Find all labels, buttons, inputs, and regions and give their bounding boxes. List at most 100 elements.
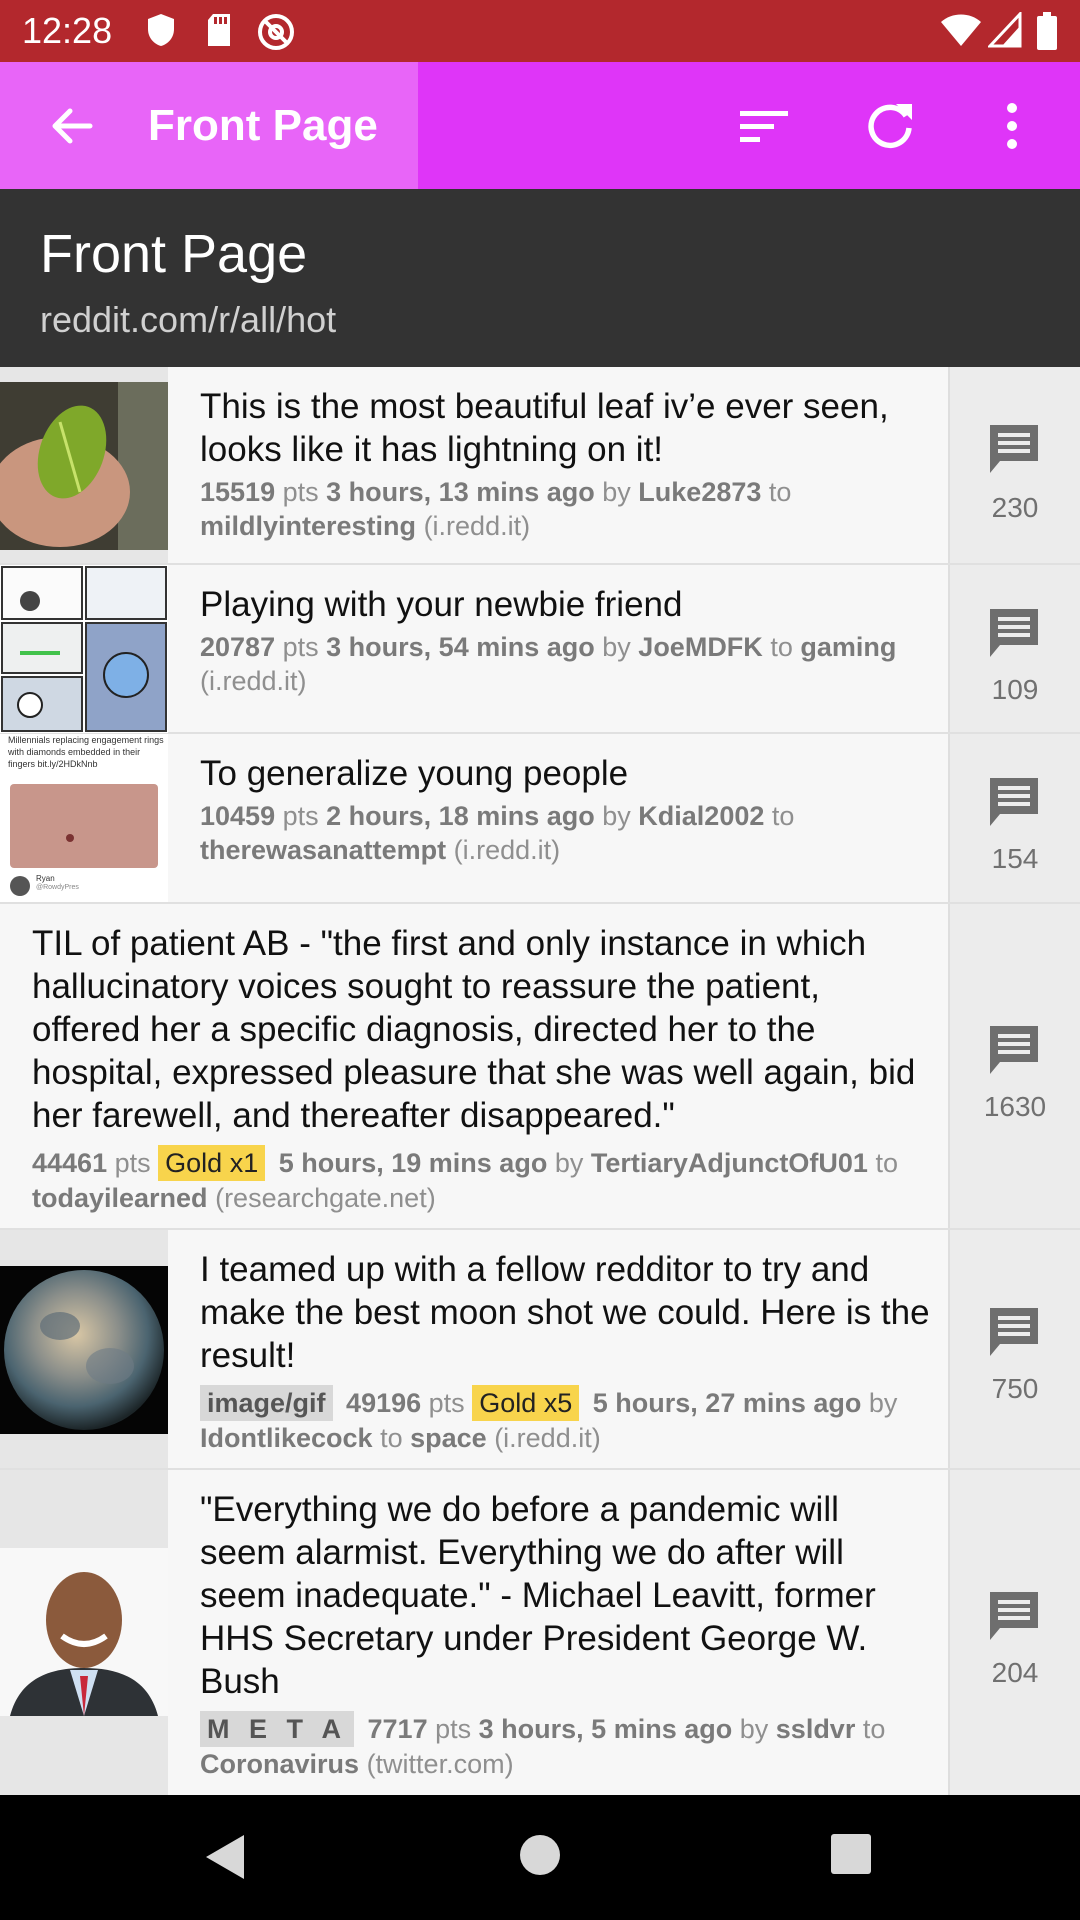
post-item[interactable]: I teamed up with a fellow redditor to tr… <box>0 1230 1080 1470</box>
gold-badge: Gold x1 <box>158 1145 266 1181</box>
thumb-user: Ryan <box>36 874 55 883</box>
post-thumbnail[interactable] <box>0 1266 168 1434</box>
comments-button[interactable]: 204 <box>948 1470 1080 1795</box>
post-author[interactable]: ssldvr <box>776 1714 856 1744</box>
post-author[interactable]: Kdial2002 <box>638 801 764 831</box>
sd-card-icon <box>208 14 230 46</box>
post-title[interactable]: TIL of patient AB - "the first and only … <box>32 922 932 1137</box>
comment-icon <box>990 778 1038 826</box>
at-sign-icon <box>258 14 294 50</box>
post-item[interactable]: "Everything we do before a pandemic will… <box>0 1470 1080 1795</box>
post-meta: 10459 pts 2 hours, 18 mins ago by Kdial2… <box>200 801 795 865</box>
app-bar-title: Front Page <box>148 101 378 150</box>
post-thumbnail[interactable] <box>0 1548 168 1716</box>
post-domain: (i.redd.it) <box>423 511 531 541</box>
post-time: 2 hours, 18 mins ago <box>326 801 595 831</box>
post-title[interactable]: I teamed up with a fellow redditor to tr… <box>200 1248 930 1377</box>
post-subreddit[interactable]: therewasanattempt <box>200 835 446 865</box>
post-meta: 44461 pts Gold x1 5 hours, 19 mins ago b… <box>32 1145 932 1215</box>
post-domain: (twitter.com) <box>366 1749 514 1779</box>
thumb-hand-image <box>10 784 158 868</box>
post-meta: M E T A 7717 pts 3 hours, 5 mins ago by … <box>200 1711 930 1781</box>
post-meta: image/gif 49196 pts Gold x5 5 hours, 27 … <box>200 1385 930 1455</box>
comment-icon <box>990 425 1038 473</box>
comic-image <box>0 565 168 733</box>
system-nav-bar <box>0 1795 1080 1920</box>
post-subreddit[interactable]: todayilearned <box>32 1183 208 1213</box>
post-points: 20787 <box>200 632 276 662</box>
app-bar: Front Page <box>0 62 1080 189</box>
post-title[interactable]: To generalize young people <box>200 752 930 795</box>
portrait-image <box>0 1548 168 1716</box>
post-flair: M E T A <box>200 1711 354 1747</box>
post-thumbnail[interactable] <box>0 565 168 733</box>
shield-icon <box>148 14 174 46</box>
comment-icon <box>990 609 1038 657</box>
post-thumbnail[interactable]: Millennials replacing engagement rings w… <box>0 734 168 902</box>
subreddit-header: Front Page reddit.com/r/all/hot <box>0 189 1080 367</box>
comment-count: 109 <box>991 674 1039 705</box>
post-author[interactable]: Idontlikecock <box>200 1423 373 1453</box>
back-nav-icon[interactable] <box>200 1831 250 1883</box>
post-domain: (i.redd.it) <box>453 835 561 865</box>
status-time: 12:28 <box>22 10 113 51</box>
post-author[interactable]: JoeMDFK <box>638 632 763 662</box>
post-subreddit[interactable]: Coronavirus <box>200 1749 359 1779</box>
refresh-icon[interactable] <box>860 96 920 156</box>
post-time: 5 hours, 19 mins ago <box>278 1148 548 1178</box>
avatar <box>10 876 30 896</box>
post-points: 7717 <box>367 1714 428 1744</box>
header-subtitle: reddit.com/r/all/hot <box>40 299 337 340</box>
post-points: 49196 <box>346 1388 422 1418</box>
home-nav-icon[interactable] <box>518 1833 562 1877</box>
comment-count: 204 <box>991 1657 1039 1688</box>
thumb-tweet-text: Millennials replacing engagement rings w… <box>8 735 164 769</box>
post-time: 3 hours, 13 mins ago <box>326 477 595 507</box>
post-time: 3 hours, 5 mins ago <box>478 1714 733 1744</box>
comment-count: 154 <box>991 843 1039 874</box>
header-title: Front Page <box>40 224 308 284</box>
wifi-icon <box>941 14 981 46</box>
post-subreddit[interactable]: space <box>410 1423 487 1453</box>
comment-count: 230 <box>991 492 1039 523</box>
post-title[interactable]: Playing with your newbie friend <box>200 583 930 626</box>
post-title[interactable]: "Everything we do before a pandemic will… <box>200 1488 930 1703</box>
post-item[interactable]: This is the most beautiful leaf iv’e eve… <box>0 367 1080 565</box>
post-subreddit[interactable]: mildlyinteresting <box>200 511 416 541</box>
post-title[interactable]: This is the most beautiful leaf iv’e eve… <box>200 385 930 471</box>
post-meta: 20787 pts 3 hours, 54 mins ago by JoeMDF… <box>200 632 897 696</box>
post-item[interactable]: TIL of patient AB - "the first and only … <box>0 904 1080 1230</box>
post-domain: (i.redd.it) <box>494 1423 601 1453</box>
gold-badge: Gold x5 <box>472 1385 580 1421</box>
more-vert-icon[interactable] <box>982 96 1042 156</box>
comments-button[interactable]: 230 <box>948 367 1080 563</box>
post-time: 3 hours, 54 mins ago <box>326 632 595 662</box>
leaf-image <box>0 382 168 550</box>
post-time: 5 hours, 27 mins ago <box>592 1388 862 1418</box>
post-domain: (i.redd.it) <box>200 666 307 696</box>
post-item[interactable]: Playing with your newbie friend 20787 pt… <box>0 565 1080 734</box>
post-meta: 15519 pts 3 hours, 13 mins ago by Luke28… <box>200 477 792 541</box>
post-points: 15519 <box>200 477 276 507</box>
post-author[interactable]: Luke2873 <box>638 477 761 507</box>
post-points: 44461 <box>32 1148 108 1178</box>
comment-icon <box>990 1592 1038 1640</box>
post-thumbnail[interactable] <box>0 382 168 550</box>
post-subreddit[interactable]: gaming <box>800 632 896 662</box>
comments-button[interactable]: 109 <box>948 565 1080 732</box>
comment-icon <box>990 1026 1038 1074</box>
signal-icon <box>988 12 1022 48</box>
comments-button[interactable]: 1630 <box>948 904 1080 1228</box>
sort-icon[interactable] <box>734 96 794 156</box>
post-domain: (researchgate.net) <box>215 1183 436 1213</box>
comment-icon <box>990 1308 1038 1356</box>
comments-button[interactable]: 154 <box>948 734 1080 902</box>
post-author[interactable]: TertiaryAdjunctOfU01 <box>591 1148 868 1178</box>
status-bar: 12:28 <box>0 0 1080 62</box>
back-arrow-icon[interactable] <box>44 98 100 154</box>
recents-nav-icon[interactable] <box>830 1833 872 1875</box>
comments-button[interactable]: 750 <box>948 1230 1080 1468</box>
post-item[interactable]: Millennials replacing engagement rings w… <box>0 734 1080 904</box>
post-flair: image/gif <box>200 1385 333 1421</box>
moon-image <box>0 1266 168 1434</box>
